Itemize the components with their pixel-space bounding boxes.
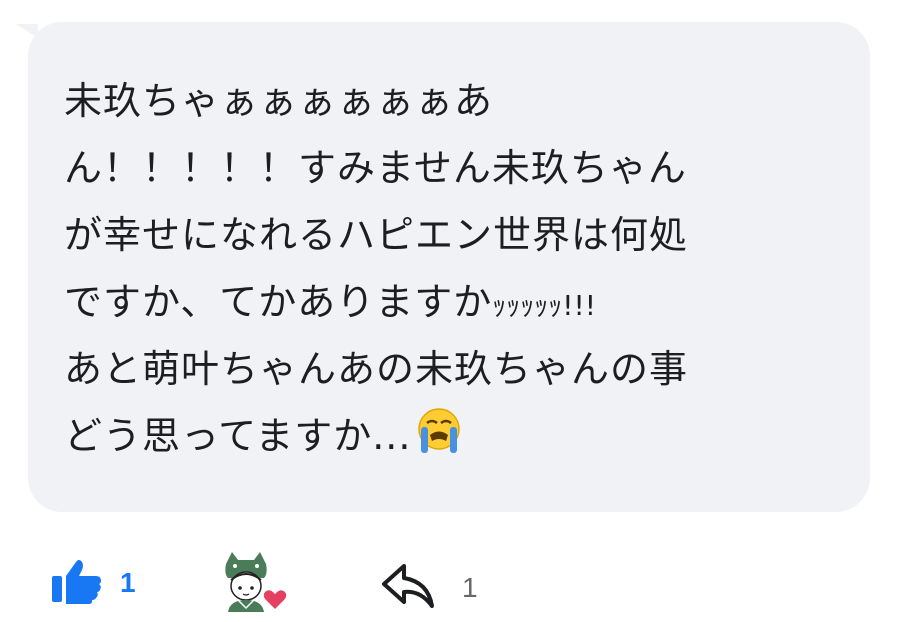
comment-text: 未玖ちゃぁぁぁぁぁぁあ ん！！！！！すみません未玖ちゃん が幸せになれるハピエン… bbox=[64, 68, 854, 470]
heart-icon bbox=[262, 588, 288, 616]
comment-line-6: どう思ってますか... bbox=[64, 403, 854, 470]
reply-button[interactable]: 1 bbox=[380, 562, 478, 614]
like-button[interactable]: 1 bbox=[52, 558, 136, 608]
comment-line-suffix: ｯｯｯｯｯ!!! bbox=[492, 289, 596, 322]
comment-line-4: ですか、てかありますかｯｯｯｯｯ!!! bbox=[64, 269, 854, 336]
comment-actions: 1 1 bbox=[0, 540, 915, 618]
comment-line-text: ですか、てかありますか bbox=[64, 280, 493, 324]
comment-line: が幸せになれるハピエン世界は何処 bbox=[64, 213, 689, 257]
comment-line-text: どう思ってますか... bbox=[64, 414, 412, 458]
comment-line: あと萌叶ちゃんあの未玖ちゃんの事 bbox=[64, 347, 689, 391]
comment-line: 未玖ちゃぁぁぁぁぁぁあ bbox=[64, 79, 494, 123]
comment-line: ん！！！！！すみません未玖ちゃん bbox=[64, 146, 687, 190]
reply-count: 1 bbox=[462, 572, 478, 603]
thumbs-up-icon bbox=[52, 558, 102, 608]
bubble-tail bbox=[16, 24, 38, 38]
loudly-crying-face-icon bbox=[413, 405, 465, 457]
reply-arrow-icon bbox=[380, 562, 436, 614]
like-count: 1 bbox=[120, 567, 136, 598]
